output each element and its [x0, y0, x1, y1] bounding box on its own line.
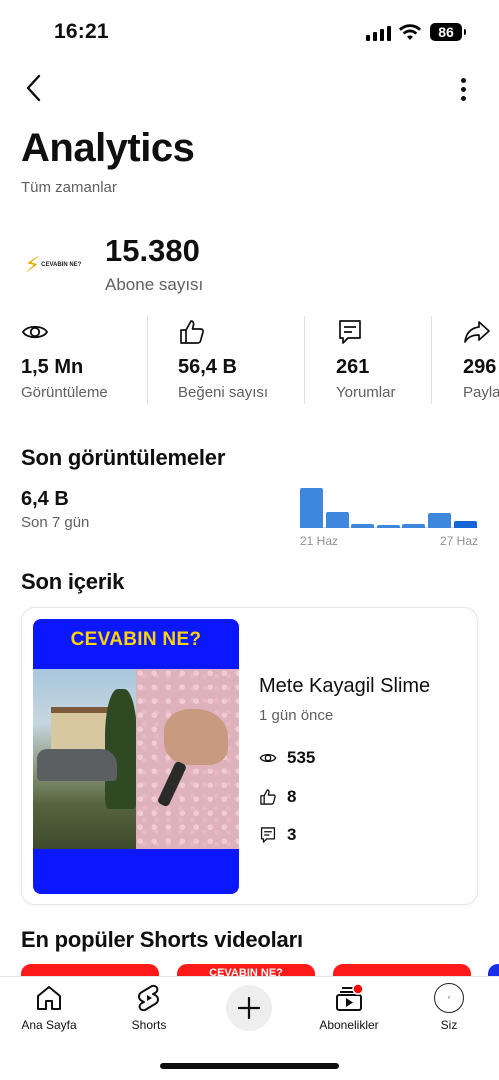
video-likes-value: 8 [287, 787, 297, 806]
stat-shares[interactable]: 296 Paylaşımlar [463, 312, 499, 404]
recent-views-chart[interactable]: 21 Haz 27 Haz [300, 484, 480, 548]
short-card[interactable] [488, 964, 499, 976]
chevron-left-icon [26, 74, 41, 102]
nav-subscriptions-label: Abonelikler [319, 1018, 379, 1032]
recent-views-period: Son 7 gün [21, 514, 90, 531]
tree-shape [105, 689, 137, 809]
chart-bar [351, 524, 375, 528]
divider [431, 316, 432, 404]
plus-icon [237, 996, 261, 1020]
stat-value: 56,4 B [178, 356, 237, 378]
chart-tick-label: 27 Haz [439, 534, 478, 548]
nav-shorts-label: Shorts [131, 1018, 167, 1032]
chart-bar [428, 513, 451, 528]
thumbnail-house-scene [33, 669, 137, 849]
chart-tick-label: 21 Haz [300, 534, 339, 548]
chart-bar [325, 512, 349, 528]
status-bar: 16:21 86 [0, 0, 499, 64]
car-shape [37, 749, 117, 781]
wifi-icon [399, 24, 421, 40]
tool-shape [156, 760, 188, 808]
subscriber-label: Abone sayısı [105, 275, 204, 294]
short-card[interactable]: CEVABIN NE? [177, 964, 315, 976]
chart-bar [300, 488, 323, 528]
eye-icon [259, 753, 277, 763]
chart-bar [453, 521, 477, 528]
battery-indicator: 86 [430, 23, 466, 41]
lightning-icon: ⚡ [24, 252, 41, 277]
thumbs-up-icon [180, 320, 204, 344]
avatar: ⚡ [434, 983, 464, 1013]
stats-row[interactable]: 1,5 Mn Görüntüleme 56,4 B Beğeni sayısı … [0, 312, 499, 407]
stat-label: Paylaşımlar [463, 384, 499, 401]
stat-label: Görüntüleme [21, 384, 108, 401]
thumbnail-title: CEVABIN NE? [70, 629, 202, 650]
status-time: 16:21 [54, 20, 109, 43]
dot [460, 86, 466, 92]
cellular-signal-icon [366, 25, 391, 41]
stat-value: 1,5 Mn [21, 356, 84, 378]
latest-content-card[interactable]: CEVABIN NE? Mete Kayagil Slime 1 gün önc… [21, 607, 478, 905]
chart-bar [376, 525, 400, 528]
stat-label: Beğeni sayısı [178, 384, 269, 401]
nav-subscriptions[interactable]: Abonelikler [304, 983, 394, 1039]
stat-label: Yorumlar [336, 384, 396, 401]
popular-shorts-title: En popüler Shorts videoları [21, 927, 303, 952]
popular-shorts-list[interactable]: CEVABIN NE? [0, 964, 499, 976]
subscriber-count: 15.380 [105, 233, 200, 268]
short-card[interactable] [21, 964, 159, 976]
recent-views-title: Son görüntülemeler [21, 445, 226, 470]
hand-shape [164, 709, 228, 765]
nav-home[interactable]: Ana Sayfa [4, 983, 94, 1039]
home-indicator [160, 1063, 339, 1069]
recent-views-value: 6,4 B [21, 488, 69, 510]
video-published: 1 gün önce [259, 707, 334, 724]
video-title: Mete Kayagil Slime [259, 675, 431, 697]
channel-logo: ⚡ CEVABIN NE? [21, 243, 85, 287]
nav-shorts[interactable]: Shorts [104, 983, 194, 1039]
stat-likes[interactable]: 56,4 B Beğeni sayısı [178, 312, 338, 404]
thumbs-up-icon [260, 789, 276, 805]
nav-home-label: Ana Sayfa [21, 1018, 77, 1032]
video-views-value: 535 [287, 748, 316, 767]
shorts-icon [138, 984, 159, 1012]
nav-you[interactable]: ⚡ Siz [404, 983, 494, 1039]
video-thumbnail[interactable]: CEVABIN NE? [33, 619, 239, 894]
dot [460, 95, 466, 101]
video-views: 535 [259, 748, 315, 768]
latest-content-title: Son içerik [21, 569, 125, 594]
divider [147, 316, 148, 404]
create-button[interactable] [226, 985, 272, 1031]
dot [460, 77, 466, 83]
short-card-title: CEVABIN NE? [209, 967, 283, 976]
page-subtitle: Tüm zamanlar [21, 179, 117, 196]
home-icon [37, 986, 61, 1010]
subscriptions-icon [336, 983, 364, 1011]
chart-bar [402, 524, 426, 528]
thumbnail-slime-scene [136, 669, 239, 849]
back-button[interactable] [18, 72, 48, 104]
nav-you-label: Siz [440, 1018, 458, 1032]
short-card[interactable] [333, 964, 471, 976]
video-likes: 8 [259, 787, 296, 807]
stat-value: 261 [336, 356, 370, 378]
more-options-button[interactable] [448, 74, 478, 104]
share-icon [464, 321, 490, 343]
video-comments: 3 [259, 825, 296, 845]
channel-logo-text: CEVABIN NE? [41, 262, 82, 268]
comment-icon [339, 320, 361, 344]
comment-icon [260, 827, 276, 843]
stat-views[interactable]: 1,5 Mn Görüntüleme [21, 312, 181, 404]
divider [304, 316, 305, 404]
video-comments-value: 3 [287, 825, 297, 844]
page-title: Analytics [21, 126, 195, 170]
stat-value: 296 [463, 356, 497, 378]
eye-icon [21, 325, 49, 339]
